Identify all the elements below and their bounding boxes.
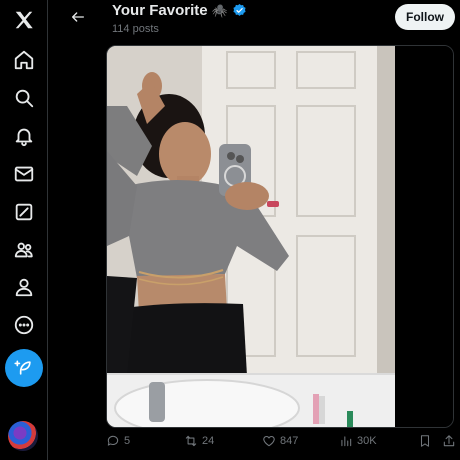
- bookmark-icon: [420, 435, 430, 447]
- like-count: 847: [280, 435, 299, 447]
- search-icon[interactable]: [10, 84, 38, 112]
- mirror-selfie-image: [107, 46, 395, 427]
- media-letterbox: [395, 46, 453, 427]
- spider-emoji-icon: 🕷️: [211, 2, 228, 18]
- left-nav: [0, 0, 48, 460]
- posts-count: 114 posts: [112, 23, 159, 35]
- repost-arrows-icon: [185, 435, 197, 447]
- x-logo-icon[interactable]: [10, 6, 38, 34]
- repost-button[interactable]: 24: [184, 434, 214, 448]
- reply-count: 5: [124, 435, 131, 447]
- heart-icon: [263, 436, 275, 447]
- compose-post-button[interactable]: [5, 349, 43, 387]
- post-photo[interactable]: [107, 46, 395, 427]
- profile-name-row: Your Favorite 🕷️: [112, 2, 247, 19]
- account-avatar[interactable]: [8, 421, 38, 451]
- reply-button[interactable]: 5: [106, 434, 130, 448]
- communities-icon[interactable]: [10, 236, 38, 264]
- follow-button[interactable]: Follow: [395, 4, 455, 30]
- feather-plus-icon: [14, 360, 31, 375]
- profile-icon[interactable]: [10, 273, 38, 301]
- reply-bubble-icon: [107, 435, 119, 446]
- views-button[interactable]: 30K: [339, 434, 377, 448]
- more-circle-icon[interactable]: [10, 311, 38, 339]
- bookmark-button[interactable]: [418, 434, 432, 448]
- like-button[interactable]: 847: [262, 434, 298, 448]
- post-media[interactable]: [106, 45, 454, 428]
- post-action-bar: 5 24 847 30K: [106, 434, 460, 454]
- views-count: 30K: [357, 435, 377, 447]
- home-icon[interactable]: [10, 46, 38, 74]
- profile-header: Your Favorite 🕷️ 114 posts Follow: [57, 0, 460, 42]
- verified-badge-icon[interactable]: [232, 3, 247, 18]
- views-bar-chart-icon: [341, 436, 352, 447]
- repost-count: 24: [202, 435, 215, 447]
- back-arrow-icon[interactable]: [65, 4, 91, 30]
- profile-display-name: Your Favorite: [112, 2, 208, 19]
- messages-envelope-icon[interactable]: [10, 160, 38, 188]
- share-button[interactable]: [442, 434, 456, 448]
- grok-icon[interactable]: [10, 198, 38, 226]
- share-upload-icon: [443, 435, 455, 447]
- notifications-bell-icon[interactable]: [10, 122, 38, 150]
